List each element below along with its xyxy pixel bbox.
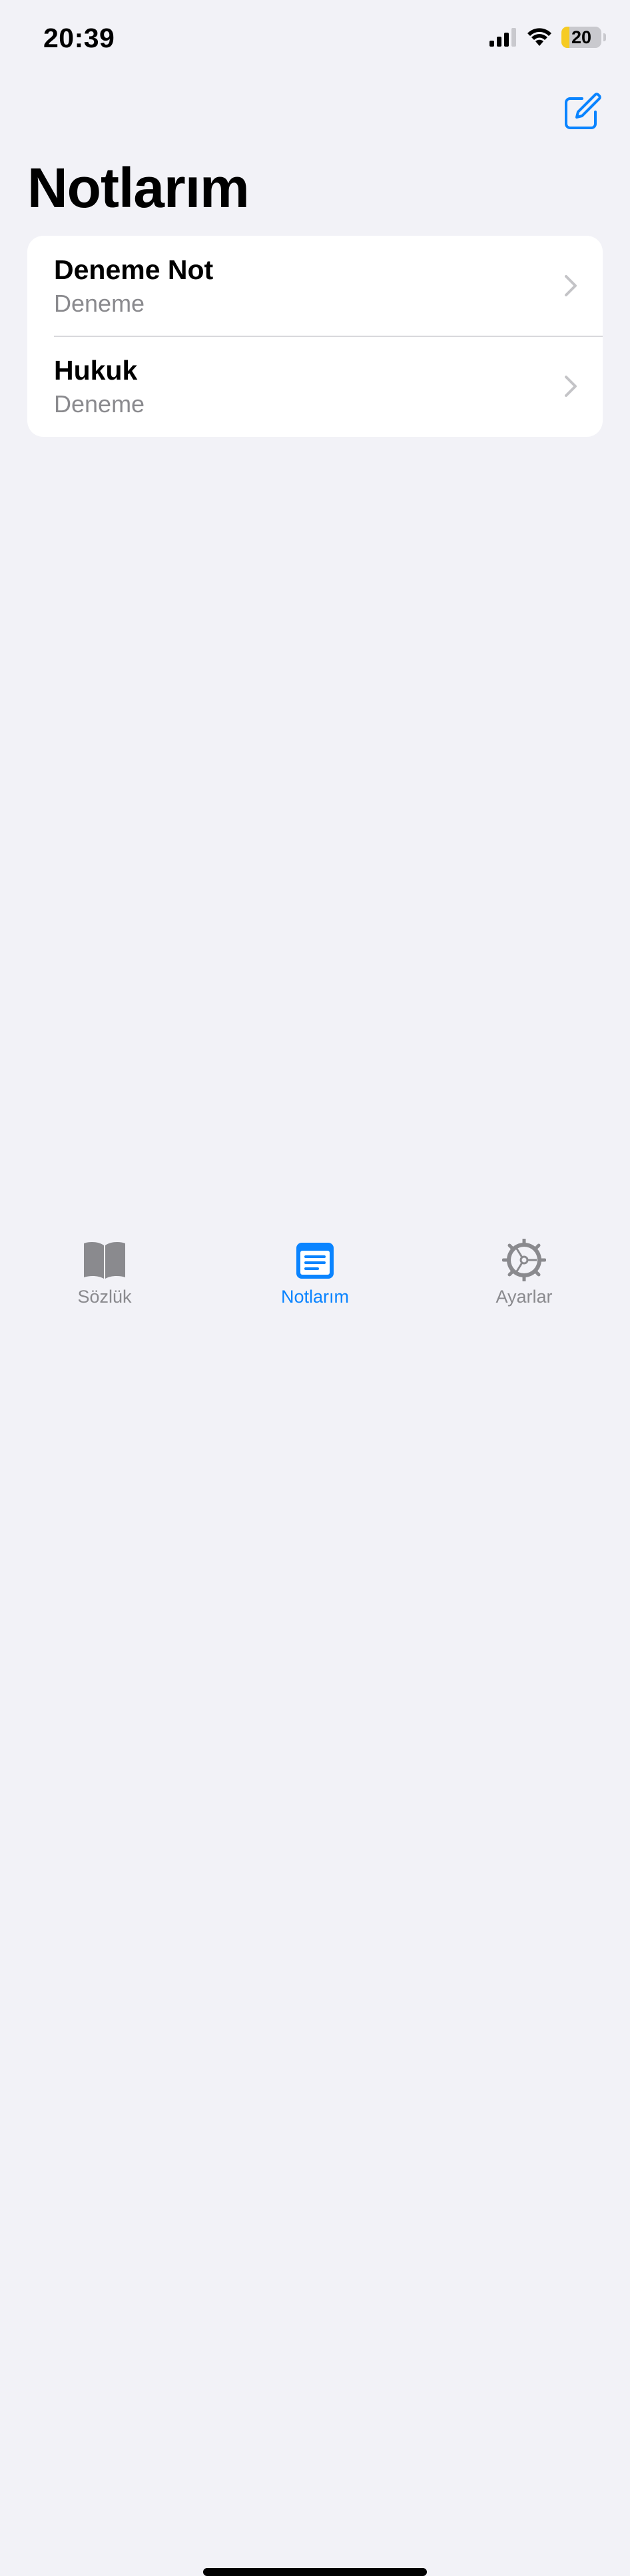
- note-subtitle: Deneme: [54, 390, 145, 418]
- home-indicator[interactable]: [203, 2568, 427, 2576]
- note-title: Deneme Not: [54, 254, 214, 285]
- tab-label: Sözlük: [77, 1287, 132, 1307]
- book-icon: [84, 1242, 125, 1279]
- gear-icon: [502, 1239, 546, 1281]
- signal-icon: [489, 28, 517, 47]
- tab-ayarlar[interactable]: Ayarlar: [458, 1239, 591, 1319]
- page-title: Notlarım: [27, 157, 250, 219]
- note-row[interactable]: Hukuk Deneme: [27, 336, 603, 437]
- notes-icon: [296, 1243, 334, 1279]
- status-icons: 20: [489, 27, 606, 48]
- note-title: Hukuk: [54, 355, 138, 386]
- note-subtitle: Deneme: [54, 290, 145, 317]
- status-time: 20:39: [43, 23, 115, 53]
- tab-notlarim[interactable]: Notlarım: [248, 1239, 382, 1319]
- tab-sozluk[interactable]: Sözlük: [38, 1239, 171, 1319]
- battery-level: 20: [571, 27, 592, 47]
- wifi-icon: [527, 28, 552, 47]
- compose-button[interactable]: [562, 92, 602, 132]
- note-row[interactable]: Deneme Not Deneme: [27, 236, 603, 337]
- notes-list: Deneme Not Deneme Hukuk Deneme: [27, 236, 603, 437]
- tab-label: Ayarlar: [495, 1287, 553, 1307]
- chevron-right-icon: [565, 376, 577, 397]
- tab-label: Notlarım: [280, 1287, 349, 1307]
- status-bar: 20:39 20: [0, 0, 630, 73]
- compose-icon: [565, 93, 601, 129]
- chevron-right-icon: [565, 275, 577, 296]
- battery-icon: 20: [561, 27, 601, 48]
- battery-cap: [603, 33, 606, 41]
- tab-bar: Sözlük Notlarım Ayarlar: [0, 1225, 630, 2576]
